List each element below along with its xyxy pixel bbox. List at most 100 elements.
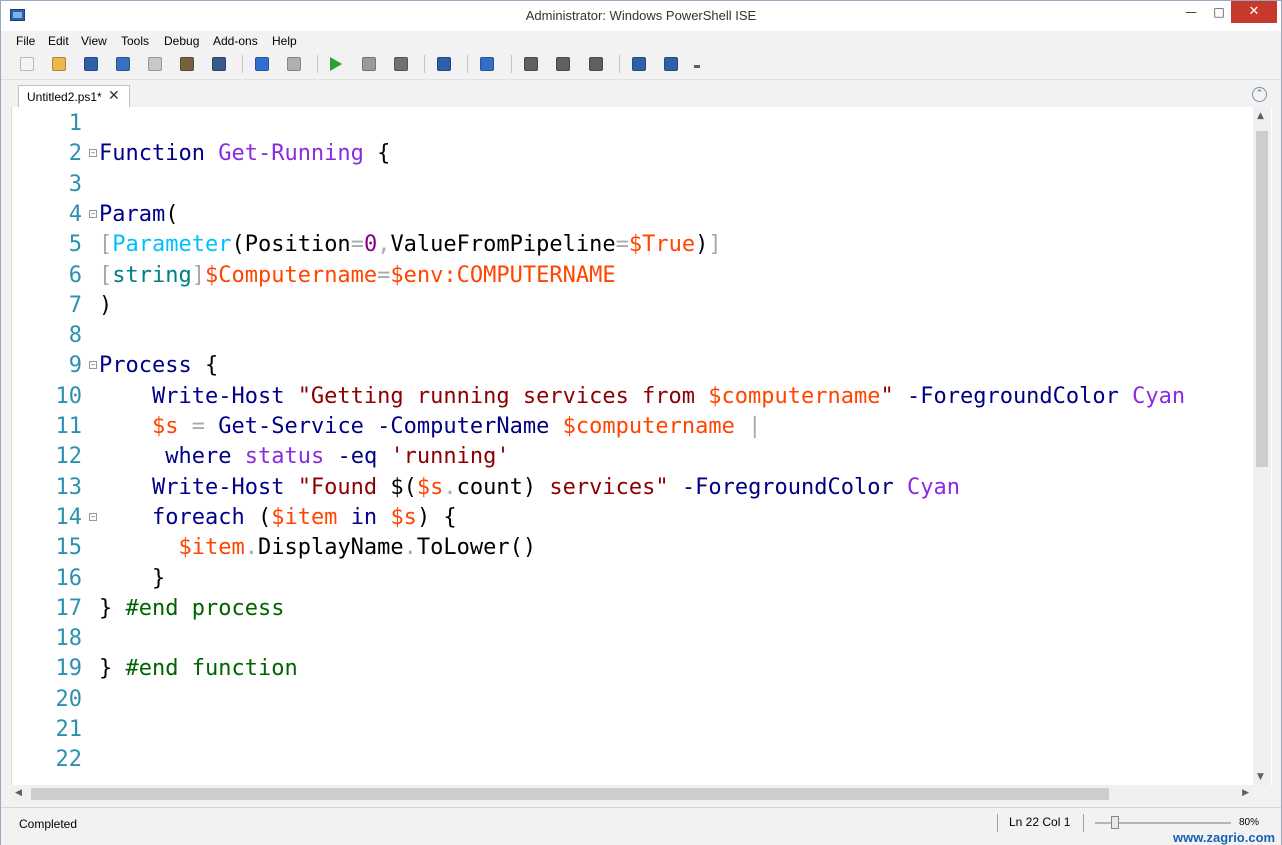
copy-icon[interactable]	[145, 54, 165, 74]
code-line[interactable]: 14− foreach ($item in $s) {	[12, 503, 1252, 533]
scroll-up-icon[interactable]: ▲	[1257, 111, 1264, 121]
show-script-pane-top-icon[interactable]	[521, 54, 541, 74]
code-token: .	[244, 535, 258, 561]
clear-console-icon[interactable]	[209, 54, 229, 74]
scroll-right-icon[interactable]: ▶	[1242, 788, 1249, 798]
stop-icon[interactable]	[391, 54, 411, 74]
toolbar-separator	[242, 55, 243, 73]
watermark-text: www.zagrio.com	[1173, 830, 1276, 845]
code-line[interactable]: 6 [string]$Computername=$env:COMPUTERNAME	[12, 261, 1252, 291]
line-number: 1	[68, 111, 82, 136]
fold-toggle-icon[interactable]: −	[89, 361, 97, 370]
code-token: [	[99, 262, 113, 288]
line-number: 12	[55, 444, 83, 470]
horizontal-scrollbar[interactable]: ◀ ▶	[11, 785, 1253, 803]
redo-icon[interactable]	[284, 54, 304, 74]
open-folder-icon[interactable]	[49, 54, 69, 74]
fold-toggle-icon[interactable]: −	[89, 512, 97, 521]
code-line[interactable]: 17} #end process	[12, 594, 1252, 624]
show-command-window-glyph	[632, 57, 646, 71]
code-line[interactable]: 12 where status -eq 'running'	[12, 442, 1252, 472]
script-editor[interactable]: 1 2− Function Get-Running {3 4− Param(5 [Para…	[11, 107, 1272, 786]
menu-help[interactable]: Help	[272, 34, 297, 48]
code-token: (	[165, 201, 179, 227]
line-number: 7	[68, 292, 82, 318]
line-number: 10	[55, 383, 83, 409]
tab-untitled2[interactable]: Untitled2.ps1* ✕	[18, 85, 130, 108]
fold-toggle-icon[interactable]: −	[89, 149, 97, 158]
save-icon[interactable]	[81, 54, 101, 74]
code-line[interactable]: 19} #end function	[12, 654, 1252, 684]
close-button[interactable]: ✕	[1231, 1, 1277, 23]
show-command-window-icon[interactable]	[629, 54, 649, 74]
code-line[interactable]: 5 [Parameter(Position=0,ValueFromPipeline…	[12, 230, 1252, 260]
menu-debug[interactable]: Debug	[164, 34, 199, 48]
show-script-pane-right-icon[interactable]	[553, 54, 573, 74]
new-file-icon[interactable]	[17, 54, 37, 74]
run-script-icon[interactable]	[327, 54, 347, 74]
menu-edit[interactable]: Edit	[48, 34, 69, 48]
show-command-addon-icon[interactable]	[661, 54, 681, 74]
code-token: ()	[509, 535, 537, 561]
code-line[interactable]: 20	[12, 685, 1252, 715]
code-line[interactable]: 16 }	[12, 564, 1252, 594]
code-line[interactable]: 4− Param(	[12, 200, 1252, 230]
code-token: ToLower	[416, 535, 510, 561]
code-line[interactable]: 9− Process {	[12, 351, 1252, 381]
code-line[interactable]: 10 Write-Host "Getting running services …	[12, 382, 1252, 412]
line-number: 9	[68, 353, 82, 379]
toolbar-overflow-icon[interactable]	[689, 54, 709, 74]
code-line[interactable]: 13 Write-Host "Found $($s.count) service…	[12, 473, 1252, 503]
undo-icon[interactable]	[252, 54, 272, 74]
scroll-left-icon[interactable]: ◀	[15, 788, 22, 798]
status-divider	[1083, 814, 1084, 832]
scroll-down-icon[interactable]: ▼	[1257, 772, 1264, 782]
title-bar[interactable]: Administrator: Windows PowerShell ISE — …	[1, 1, 1281, 31]
code-line[interactable]: 8	[12, 321, 1252, 351]
code-token: $True	[628, 232, 696, 258]
powershell-console-icon[interactable]	[477, 54, 497, 74]
code-text: Param(	[99, 200, 178, 230]
code-token: }	[151, 565, 166, 591]
collapse-pane-icon[interactable]: ⌃	[1252, 87, 1267, 102]
line-number: 6	[68, 262, 82, 288]
show-script-pane-maximized-icon[interactable]	[586, 54, 606, 74]
code-token: $item	[271, 504, 338, 530]
remote-powershell-glyph	[437, 57, 451, 71]
code-line[interactable]: 15 $item.DisplayName.ToLower()	[12, 533, 1252, 563]
code-line[interactable]: 7)	[12, 291, 1252, 321]
line-number: 16	[55, 565, 83, 591]
menu-file[interactable]: File	[16, 34, 35, 48]
code-text: Write-Host "Found $($s.count) services" …	[99, 473, 960, 503]
code-line[interactable]: 22	[12, 745, 1252, 775]
fold-toggle-icon[interactable]: −	[89, 209, 97, 218]
remote-powershell-icon[interactable]	[434, 54, 454, 74]
tab-close-icon[interactable]: ✕	[108, 88, 120, 104]
menu-bar: File Edit View Tools Debug Add-ons Help	[1, 32, 1281, 50]
zoom-slider-thumb[interactable]	[1111, 816, 1120, 829]
vertical-scroll-thumb[interactable]	[1256, 131, 1268, 467]
menu-view[interactable]: View	[81, 34, 107, 48]
show-script-pane-right-glyph	[556, 57, 570, 71]
line-number: 19	[55, 656, 83, 682]
menu-add-ons[interactable]: Add-ons	[213, 34, 258, 48]
code-line[interactable]: 18	[12, 624, 1252, 654]
code-line[interactable]: 3	[12, 170, 1252, 200]
code-token: ]	[191, 262, 205, 288]
code-line[interactable]: 1	[12, 109, 1252, 139]
line-number: 4	[68, 201, 82, 227]
code-token: Param	[99, 201, 166, 227]
code-token: -ComputerName	[363, 414, 550, 439]
vertical-scrollbar[interactable]: ▲ ▼	[1253, 107, 1271, 786]
code-line[interactable]: 11 $s = Get-Service -ComputerName $compu…	[12, 412, 1252, 442]
code-line[interactable]: 21	[12, 715, 1252, 745]
code-line[interactable]: 2− Function Get-Running {	[12, 139, 1252, 169]
paste-icon[interactable]	[177, 54, 197, 74]
show-command-addon-glyph	[664, 57, 678, 71]
horizontal-scroll-thumb[interactable]	[31, 788, 1109, 800]
cut-icon[interactable]	[113, 54, 133, 74]
run-selection-icon[interactable]	[359, 54, 379, 74]
code-token: (	[244, 504, 272, 530]
menu-tools[interactable]: Tools	[121, 34, 149, 48]
